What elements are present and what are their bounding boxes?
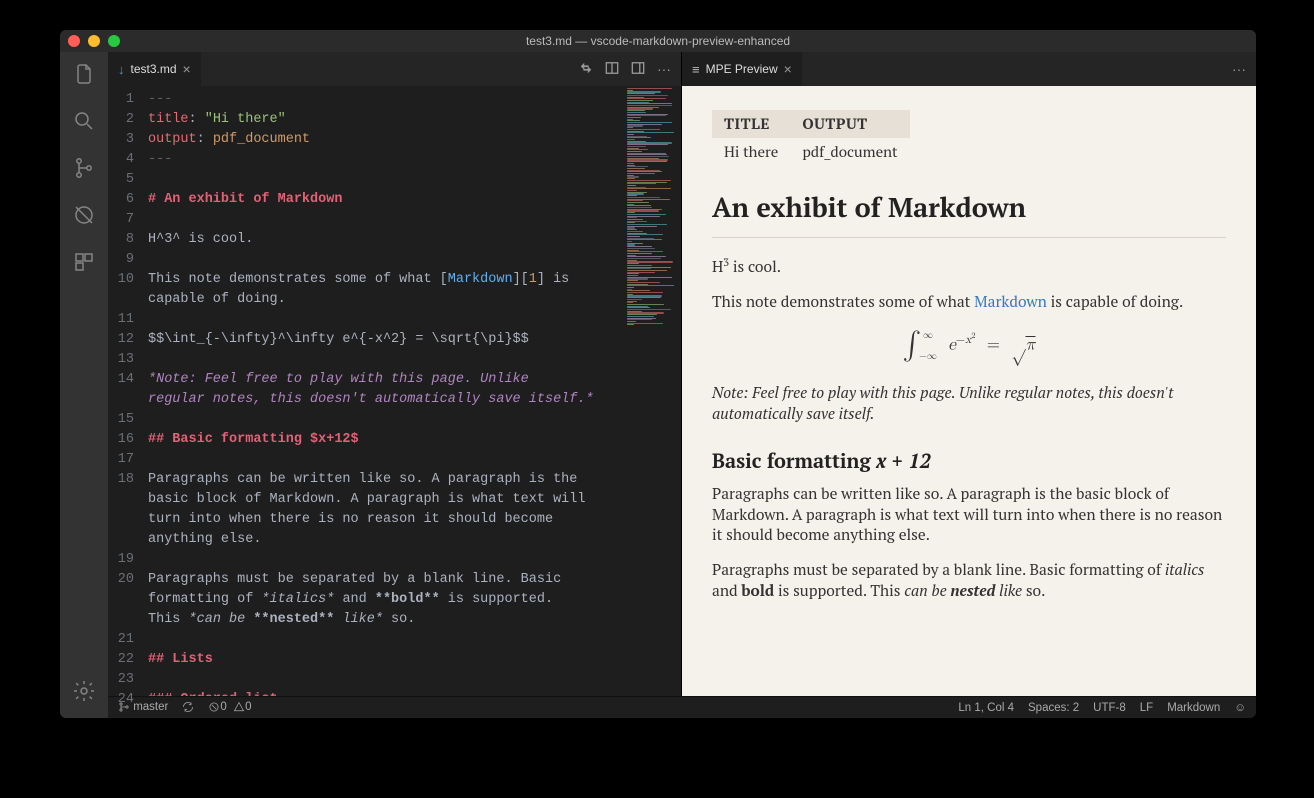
table-header: OUTPUT [790,110,909,138]
extensions-icon[interactable] [72,250,96,279]
tab-bars: ↓ test3.md × ··· ≡ MPE Preview [108,52,1256,86]
explorer-icon[interactable] [72,62,96,91]
minimap[interactable] [625,86,681,696]
search-icon[interactable] [72,109,96,138]
code-editor[interactable]: 123456789101112131415161718192021222324 … [108,86,682,696]
preview-h1: An exhibit of Markdown [712,189,1226,225]
vscode-window: test3.md — vscode-markdown-preview-enhan… [60,30,1256,718]
preview-note: Note: Feel free to play with this page. … [712,383,1226,425]
tab-test3-md[interactable]: ↓ test3.md × [108,52,201,86]
preview-tab-actions: ··· [1232,52,1256,86]
code-content[interactable]: ---title: "Hi there"output: pdf_document… [148,86,625,696]
eol-status[interactable]: LF [1140,702,1153,714]
cursor-position-status[interactable]: Ln 1, Col 4 [958,702,1014,714]
errors-warnings-status[interactable]: 0 0 [208,701,251,713]
split-editor-icon[interactable] [631,61,645,78]
settings-gear-icon[interactable] [72,679,96,708]
tab-label: test3.md [131,62,177,76]
maximize-window-button[interactable] [108,35,120,47]
encoding-status[interactable]: UTF-8 [1093,702,1126,714]
math-display: ∫∞−∞ e−x2 = √π [712,327,1226,365]
markdown-link[interactable]: Markdown [974,292,1047,312]
close-tab-icon[interactable]: × [183,61,191,77]
feedback-smiley-icon[interactable]: ☺ [1234,702,1246,714]
markdown-file-icon: ↓ [118,62,125,77]
editor-tab-actions: ··· [579,52,681,86]
tab-mpe-preview[interactable]: ≡ MPE Preview × [682,52,802,86]
language-mode-status[interactable]: Markdown [1167,702,1220,714]
indentation-status[interactable]: Spaces: 2 [1028,702,1079,714]
close-window-button[interactable] [68,35,80,47]
compare-changes-icon[interactable] [579,61,593,78]
table-header: TITLE [712,110,790,138]
preview-icon: ≡ [692,62,700,77]
preview-paragraph: Paragraphs must be separated by a blank … [712,560,1226,602]
preview-paragraph: Paragraphs can be written like so. A par… [712,484,1226,547]
close-tab-icon[interactable]: × [784,61,792,77]
preview-paragraph: This note demonstrates some of what Mark… [712,292,1226,313]
minimize-window-button[interactable] [88,35,100,47]
debug-icon[interactable] [72,203,96,232]
preview-paragraph: H3 is cool. [712,256,1226,278]
table-cell: Hi there [712,138,790,166]
titlebar[interactable]: test3.md — vscode-markdown-preview-enhan… [60,30,1256,52]
sync-icon[interactable] [182,701,194,713]
preview-h2: Basic formatting x + 12 [712,447,1226,474]
activity-bar [60,52,108,718]
open-preview-side-icon[interactable] [605,61,619,78]
tab-label: MPE Preview [706,62,778,76]
frontmatter-table: TITLE OUTPUT Hi there pdf_document [712,110,910,167]
preview-tab-group: ≡ MPE Preview × ··· [682,52,1256,86]
traffic-lights [68,35,120,47]
status-bar: master 0 0 Ln 1, Col 4 Spaces: 2 UTF-8 L… [108,696,1256,718]
markdown-preview-pane[interactable]: TITLE OUTPUT Hi there pdf_document An ex… [682,86,1256,696]
source-control-icon[interactable] [72,156,96,185]
editor-tab-group: ↓ test3.md × ··· [108,52,682,86]
table-cell: pdf_document [790,138,909,166]
more-actions-icon[interactable]: ··· [1232,61,1246,77]
window-title: test3.md — vscode-markdown-preview-enhan… [526,34,790,48]
line-gutter: 123456789101112131415161718192021222324 [108,86,148,696]
content-area: 123456789101112131415161718192021222324 … [108,86,1256,696]
more-actions-icon[interactable]: ··· [657,61,671,77]
divider [712,237,1226,238]
